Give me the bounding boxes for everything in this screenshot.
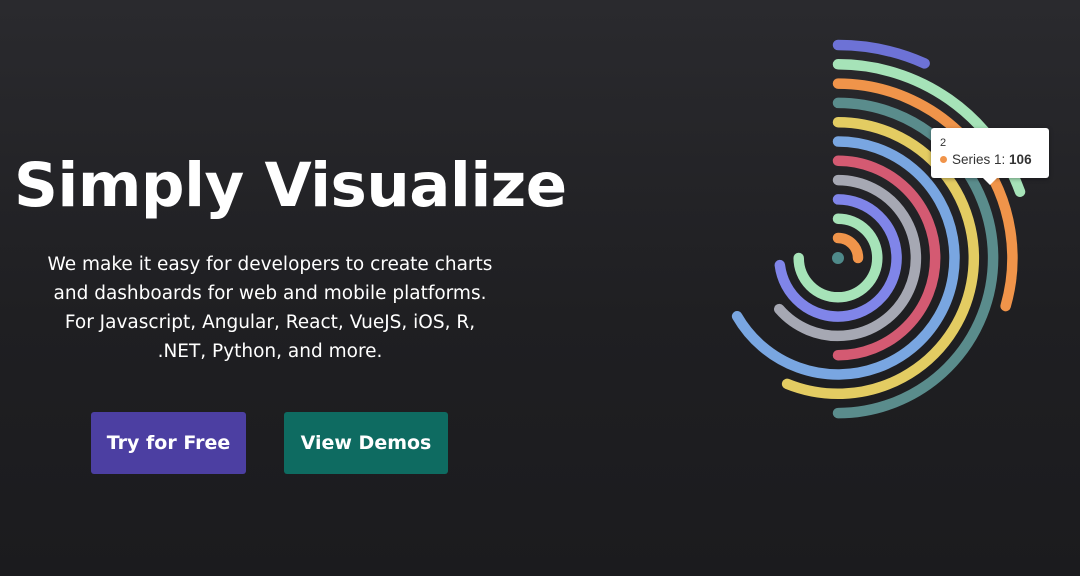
hero-description-line: We make it easy for developers to create… bbox=[47, 254, 493, 304]
tooltip-header: 2 bbox=[940, 137, 947, 149]
hero-description-line: For Javascript, Angular, React, VueJS, i… bbox=[64, 312, 476, 362]
hero-title: Simply Visualize bbox=[14, 150, 567, 221]
view-demos-button[interactable]: View Demos bbox=[284, 412, 448, 474]
chart-tooltip: 2 Series 1: 106 bbox=[931, 128, 1049, 185]
radial-bar-chart[interactable] bbox=[600, 39, 1070, 420]
chart-ring-bar[interactable] bbox=[832, 78, 1018, 312]
tooltip-row: Series 1: 106 bbox=[940, 150, 1040, 169]
chart-rings bbox=[731, 39, 1026, 419]
tooltip-series-label: Series 1: bbox=[952, 152, 1006, 167]
hero-description: We make it easy for developers to create… bbox=[40, 250, 500, 366]
series-marker-icon bbox=[940, 156, 947, 163]
chart-center-dot bbox=[832, 252, 844, 264]
try-for-free-button[interactable]: Try for Free bbox=[91, 412, 246, 474]
tooltip-value: 106 bbox=[1009, 152, 1032, 167]
